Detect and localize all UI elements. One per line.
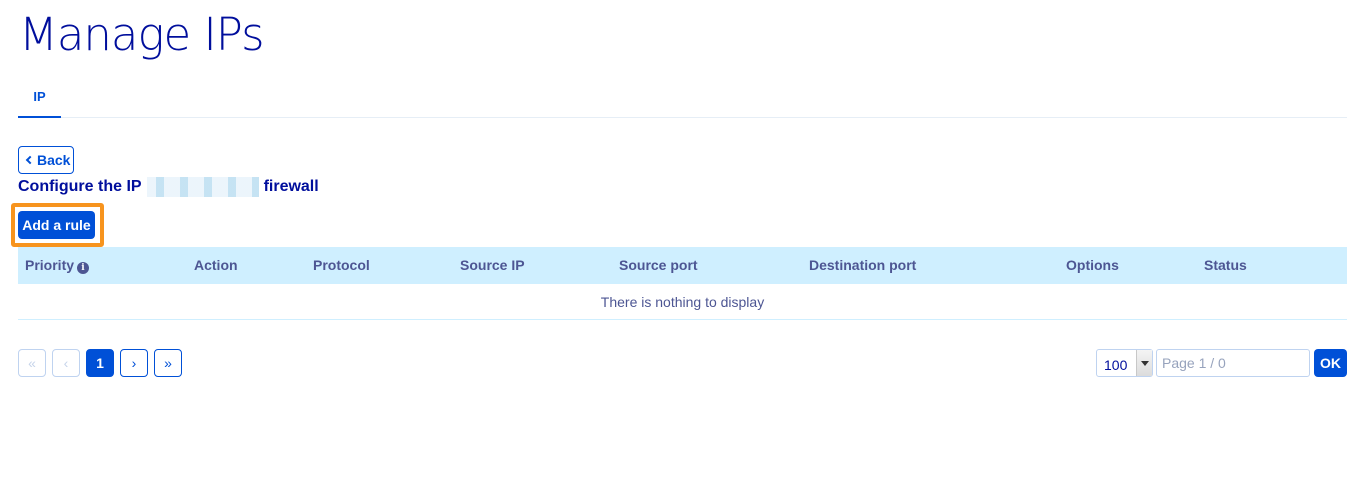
- column-header-source-port: Source port: [619, 257, 698, 273]
- column-header-source-ip: Source IP: [460, 257, 525, 273]
- page-title: Manage IPs: [19, 8, 265, 61]
- next-page-button[interactable]: ›: [120, 349, 148, 377]
- tab-bar: IP: [18, 78, 1347, 118]
- firewall-rules-table: Priority i Action Protocol Source IP Sour…: [18, 247, 1347, 320]
- back-button-label: Back: [37, 152, 71, 168]
- back-button[interactable]: Back: [18, 146, 74, 174]
- column-header-protocol: Protocol: [313, 257, 370, 273]
- tab-ip[interactable]: IP: [18, 78, 61, 118]
- first-page-button[interactable]: «: [18, 349, 46, 377]
- column-label-priority: Priority: [25, 257, 75, 273]
- previous-page-button[interactable]: ‹: [52, 349, 80, 377]
- items-per-page-select[interactable]: 100: [1096, 349, 1153, 377]
- section-title: Configure the IP firewall: [18, 176, 319, 198]
- chevron-left-icon: [25, 155, 35, 165]
- empty-message: There is nothing to display: [18, 284, 1347, 320]
- section-title-prefix: Configure the IP: [18, 178, 142, 195]
- redacted-ip: [146, 177, 259, 197]
- current-page-button[interactable]: 1: [86, 349, 114, 377]
- column-header-status: Status: [1204, 257, 1247, 273]
- items-per-page-value: 100: [1104, 357, 1128, 373]
- section-title-suffix: firewall: [263, 178, 319, 195]
- last-page-button[interactable]: »: [154, 349, 182, 377]
- column-header-action: Action: [194, 257, 238, 273]
- add-rule-button[interactable]: Add a rule: [18, 211, 95, 239]
- info-icon[interactable]: i: [77, 262, 90, 274]
- column-header-priority[interactable]: Priority i: [25, 247, 90, 284]
- table-header: Priority i Action Protocol Source IP Sour…: [18, 247, 1347, 284]
- page-number-input[interactable]: [1156, 349, 1310, 377]
- column-header-destination-port: Destination port: [809, 257, 917, 273]
- dropdown-arrow-icon: [1136, 350, 1152, 376]
- ok-button[interactable]: OK: [1314, 349, 1347, 377]
- column-header-options: Options: [1066, 257, 1119, 273]
